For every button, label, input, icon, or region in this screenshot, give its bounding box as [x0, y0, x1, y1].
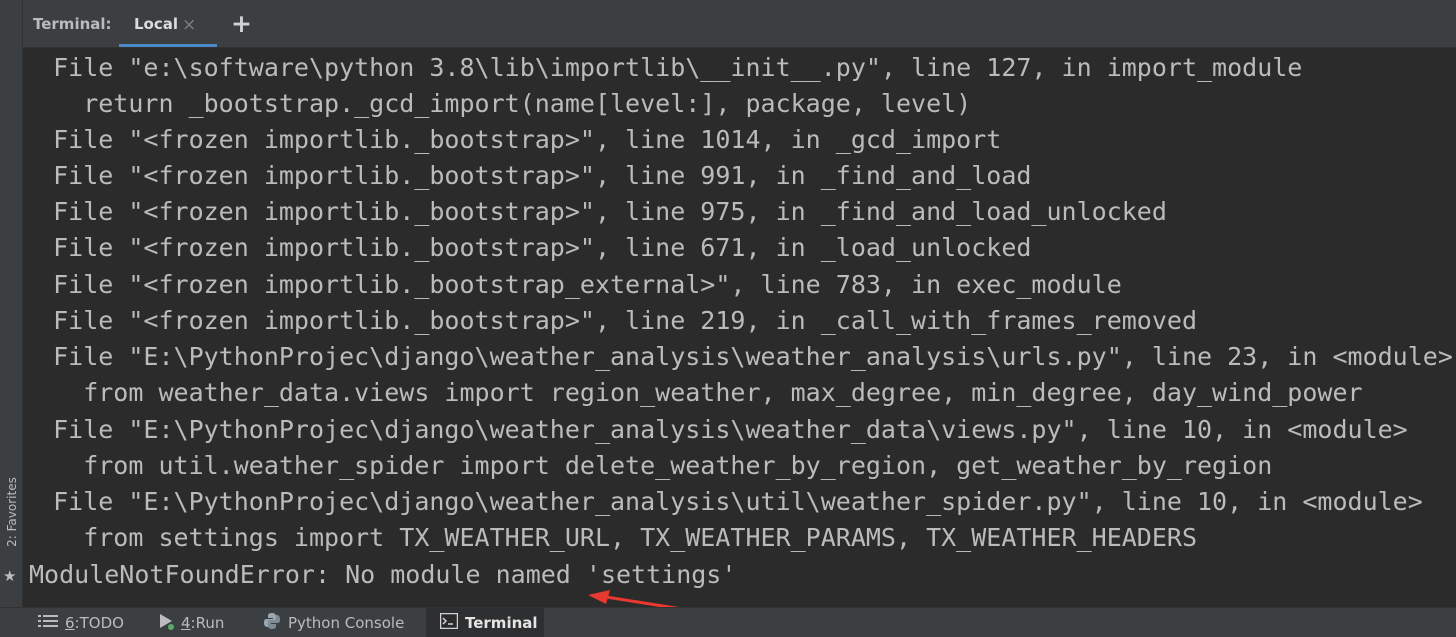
tool-window-bar: 6 : TODO 4 : Run Python Console Terminal [0, 607, 1456, 637]
terminal-line: File "<frozen importlib._bootstrap>", li… [23, 125, 1002, 154]
terminal-tab[interactable]: Terminal [426, 608, 544, 637]
close-icon[interactable]: × [182, 15, 196, 35]
list-icon [38, 613, 58, 633]
terminal-line: File "E:\PythonProjec\django\weather_ana… [23, 415, 1408, 444]
terminal-line: File "e:\software\python 3.8\lib\importl… [23, 53, 1303, 82]
tab-local[interactable]: Local × [119, 0, 217, 47]
left-tool-strip: 2: Favorites ★ [0, 0, 23, 608]
python-console-tab[interactable]: Python Console [259, 608, 423, 637]
error-line: ModuleNotFoundError: No module named 'se… [29, 560, 737, 589]
terminal-tab-bar: ··· Terminal: Local × + [23, 0, 1456, 48]
run-tab-key: 4 [181, 613, 191, 632]
active-tab-indicator [119, 44, 217, 47]
arrow-head [588, 590, 610, 604]
python-console-tab-label: Python Console [288, 613, 405, 632]
terminal-line: from weather_data.views import region_we… [23, 378, 1363, 407]
terminal-icon [439, 612, 459, 633]
favorites-tab[interactable]: 2: Favorites [5, 472, 19, 552]
todo-tab-label: TODO [79, 613, 124, 632]
run-tab[interactable]: 4 : Run [154, 608, 254, 637]
run-tab-label: Run [195, 613, 225, 632]
terminal-line: File "<frozen importlib._bootstrap>", li… [23, 306, 1197, 335]
terminal-line: File "<frozen importlib._bootstrap>", li… [23, 197, 1167, 226]
terminal-line: return _bootstrap._gcd_import(name[level… [23, 89, 972, 118]
terminal-tab-label: Terminal [465, 613, 538, 632]
terminal-line: File "E:\PythonProjec\django\weather_ana… [23, 487, 1423, 516]
terminal-title: Terminal: [33, 15, 112, 33]
python-icon [263, 612, 281, 634]
terminal-line: from util.weather_spider import delete_w… [23, 451, 1273, 480]
terminal-line: from settings import TX_WEATHER_URL, TX_… [23, 523, 1197, 552]
add-tab-button[interactable]: + [231, 10, 252, 38]
tab-local-label: Local [134, 15, 179, 33]
todo-tab-key: 6 [65, 613, 75, 632]
terminal-line: File "<frozen importlib._bootstrap_exter… [23, 270, 1122, 299]
terminal-line: File "<frozen importlib._bootstrap>", li… [23, 233, 1032, 262]
terminal-output[interactable]: File "e:\software\python 3.8\lib\importl… [23, 48, 1456, 608]
terminal-line: File "<frozen importlib._bootstrap>", li… [23, 161, 1032, 190]
todo-tab[interactable]: 6 : TODO [34, 608, 142, 637]
star-icon: ★ [3, 567, 17, 585]
run-icon [158, 612, 174, 634]
terminal-line: File "E:\PythonProjec\django\weather_ana… [23, 342, 1453, 371]
